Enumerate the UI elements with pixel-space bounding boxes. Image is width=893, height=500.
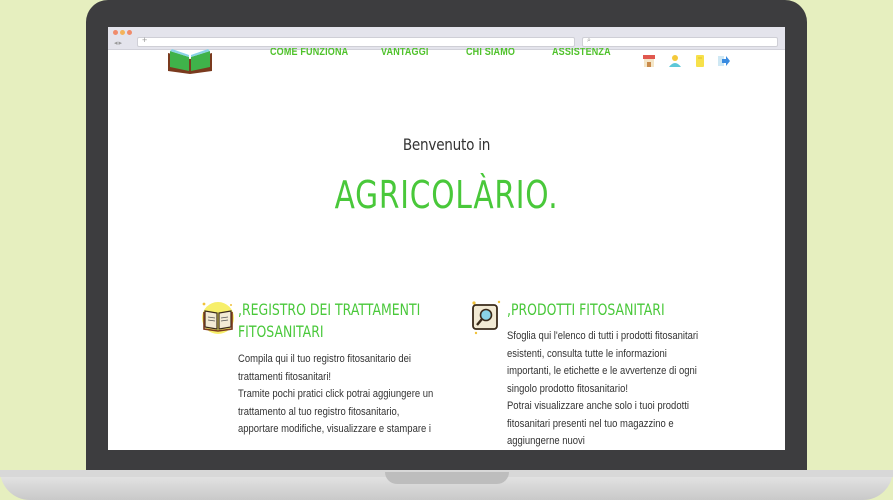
feature-body-line: trattamenti fitosanitari!	[238, 370, 332, 383]
window-minimize-dot[interactable]	[120, 30, 125, 35]
feature-body-line: esistenti, consulta tutte le informazion…	[507, 347, 667, 360]
user-icon[interactable]	[668, 54, 682, 68]
magnifier-icon	[472, 300, 501, 335]
feature-body-line: Potrai visualizzare anche solo i tuoi pr…	[507, 400, 689, 412]
feature-body-line: Sfoglia qui l'elenco di tutti i prodotti…	[507, 330, 699, 342]
nav-chi-siamo[interactable]: Chi siamo	[466, 48, 515, 60]
feature-body-line: importanti, le etichette e le avvertenze…	[507, 365, 697, 377]
browser-search-input[interactable]: ⌕	[582, 37, 778, 47]
feature-body-line: fitosanitari presenti nel tuo magazzino …	[507, 417, 674, 430]
feature-registro-body: Compila qui il tuo registro fitosanitari…	[238, 351, 433, 439]
window-maximize-dot[interactable]	[127, 30, 132, 35]
feature-registro-title[interactable]: ,Registro dei trattamenti fitosanitari	[238, 299, 420, 343]
plus-icon: +	[142, 35, 148, 45]
shop-icon[interactable]	[642, 54, 656, 68]
feature-body-line: Compila qui il tuo registro fitosanitari…	[238, 353, 411, 365]
logout-icon[interactable]	[717, 54, 731, 68]
feature-prodotti-title-line: ,Prodotti fitosanitari	[507, 300, 665, 319]
feature-body-line: singolo prodotto fitosanitario!	[507, 382, 628, 395]
feature-body-line: trattamento al tuo registro fitosanitari…	[238, 405, 400, 418]
site-logo[interactable]	[166, 49, 214, 74]
book-icon	[202, 302, 234, 334]
nav-assistenza[interactable]: Assistenza	[552, 48, 611, 60]
document-icon[interactable]	[693, 54, 707, 68]
window-close-dot[interactable]	[113, 30, 118, 35]
url-bar[interactable]: +	[137, 35, 575, 47]
feature-body-line: Tramite pochi pratici click potrai aggiu…	[238, 388, 434, 400]
laptop-notch	[385, 472, 509, 484]
search-icon: ⌕	[587, 37, 591, 44]
browser-screen: ◂▸ + ⌕ Come funziona Vantaggi Chi siamo …	[108, 27, 785, 450]
nav-vantaggi[interactable]: Vantaggi	[381, 48, 429, 60]
feature-body-line: apportare modifiche, visualizzare e stam…	[238, 423, 431, 435]
nav-come-funziona[interactable]: Come funziona	[270, 48, 348, 60]
browser-toolbar: ◂▸ + ⌕	[108, 27, 785, 50]
feature-registro-title-line: fitosanitari	[238, 322, 324, 341]
feature-registro-title-line: ,Registro dei trattamenti	[238, 300, 421, 319]
feature-body-line: aggiungerne nuovi	[507, 435, 585, 447]
feature-prodotti-body: Sfoglia qui l'elenco di tutti i prodotti…	[507, 328, 698, 450]
welcome-text: Benvenuto in	[402, 135, 491, 154]
back-forward-icon[interactable]: ◂▸	[114, 39, 123, 47]
brand-title: Agricolàrio.	[334, 173, 559, 217]
feature-prodotti-title[interactable]: ,Prodotti fitosanitari	[507, 299, 665, 321]
